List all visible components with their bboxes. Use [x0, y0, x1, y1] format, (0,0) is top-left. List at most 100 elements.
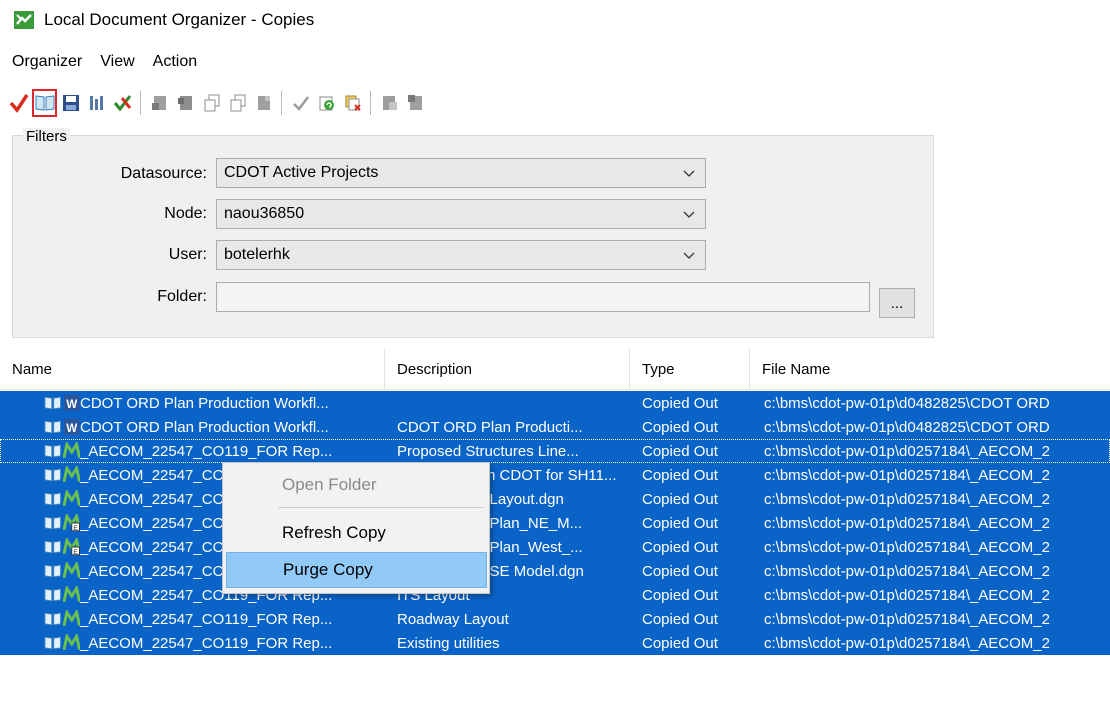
row-name: _AECOM_22547_CO119_FOR Rep... [80, 634, 333, 652]
checkmark-icon [9, 94, 28, 113]
window-title: Local Document Organizer - Copies [44, 10, 315, 29]
datasource-select[interactable]: CDOT Active Projects [216, 158, 706, 188]
filters-group: Filters Datasource: CDOT Active Projects… [12, 128, 934, 338]
row-file-name: c:\bms\cdot-pw-01p\d0257184\_AECOM_2 [764, 562, 1050, 580]
row-file-name: c:\bms\cdot-pw-01p\d0257184\_AECOM_2 [764, 634, 1050, 652]
cancel-icon [113, 95, 131, 112]
row-icons [44, 607, 80, 631]
folder-input[interactable] [216, 282, 870, 312]
book-icon [44, 540, 62, 554]
microstation-dgn-icon [62, 442, 80, 459]
purge-button[interactable] [340, 89, 365, 117]
menu-view[interactable]: View [100, 53, 134, 71]
book-icon [44, 468, 62, 482]
columns-button[interactable] [84, 89, 109, 117]
table-row[interactable]: _AECOM_22547_CO119_FOR Rep... Roadway La… [0, 607, 1110, 631]
cancel-button[interactable] [110, 89, 135, 117]
row-icons [44, 439, 80, 463]
datasource-label: Datasource: [120, 165, 207, 182]
node-select[interactable]: naou36850 [216, 199, 706, 229]
row-icons: W [44, 391, 80, 415]
table-row[interactable]: _AECOM_22547_CO119_FOR Rep... ITS Layout… [0, 583, 1110, 607]
check-button[interactable] [288, 89, 313, 117]
column-header-type[interactable]: Type [630, 348, 750, 390]
book-icon [44, 492, 62, 506]
open-book-icon [35, 95, 54, 111]
table-row[interactable]: W CDOT ORD Plan Production Workfl... Cop… [0, 391, 1110, 415]
menu-action[interactable]: Action [153, 53, 197, 71]
table-row[interactable]: _AECOM_22547_CO119_FOR Rep... 22547HYDR_… [0, 487, 1110, 511]
context-menu-open-folder[interactable]: Open Folder [226, 467, 487, 503]
chevron-down-icon [683, 170, 695, 177]
refresh-button[interactable] [314, 89, 339, 117]
row-type: Copied Out [642, 418, 718, 436]
table-row[interactable]: _AECOM_22547_CO119_FOR Rep... 22547HYDR_… [0, 559, 1110, 583]
svg-text:W: W [66, 422, 77, 435]
column-header-name[interactable]: Name [0, 348, 385, 390]
row-file-name: c:\bms\cdot-pw-01p\d0257184\_AECOM_2 [764, 466, 1050, 484]
row-type: Copied Out [642, 514, 718, 532]
word-doc-icon: W [63, 395, 80, 411]
doc-copy-icon [230, 94, 245, 112]
import-button[interactable] [403, 89, 428, 117]
menu-organizer[interactable]: Organizer [12, 53, 82, 71]
row-type: Copied Out [642, 586, 718, 604]
doc-icon [177, 96, 192, 110]
microstation-dgn-reference-icon: E [62, 514, 80, 532]
folder-label: Folder: [157, 288, 207, 305]
user-label: User: [168, 246, 207, 263]
book-icon [44, 588, 62, 602]
table-row[interactable]: _AECOM_22547_CO119_FOR Rep... Existing u… [0, 631, 1110, 655]
context-menu-purge-copy[interactable]: Purge Copy [226, 552, 487, 588]
browse-folder-button[interactable]: ... [879, 288, 915, 318]
row-type: Copied Out [642, 634, 718, 652]
doc-icon [151, 96, 166, 110]
chevron-down-icon [683, 252, 695, 259]
document-button-2[interactable] [173, 89, 198, 117]
row-file-name: c:\bms\cdot-pw-01p\d0257184\_AECOM_2 [764, 514, 1050, 532]
export-icon [382, 96, 397, 110]
microstation-dgn-icon [62, 466, 80, 483]
row-name: CDOT ORD Plan Production Workfl... [80, 418, 329, 436]
checkmark-button[interactable] [6, 89, 31, 117]
table-row[interactable]: E _AECOM_22547_CO119_FOR Rep... 22547HYD… [0, 511, 1110, 535]
row-type: Copied Out [642, 466, 718, 484]
table-row[interactable]: _AECOM_22547_CO119_FOR Rep... Model file… [0, 463, 1110, 487]
row-file-name: c:\bms\cdot-pw-01p\d0482825\CDOT ORD [764, 418, 1050, 436]
row-file-name: c:\bms\cdot-pw-01p\d0257184\_AECOM_2 [764, 538, 1050, 556]
save-button[interactable] [58, 89, 83, 117]
toolbar-separator [370, 91, 371, 115]
datasource-value: CDOT Active Projects [224, 164, 379, 181]
export-button[interactable] [377, 89, 402, 117]
row-description: Roadway Layout [397, 610, 509, 628]
toolbar-separator [140, 91, 141, 115]
row-type: Copied Out [642, 490, 718, 508]
app-icon [14, 11, 34, 29]
table-row[interactable]: E _AECOM_22547_CO119_FOR Rep... 22547HYD… [0, 535, 1110, 559]
book-icon [44, 396, 62, 410]
column-header-file-name[interactable]: File Name [750, 348, 1110, 390]
table-row[interactable]: W CDOT ORD Plan Production Workfl... CDO… [0, 415, 1110, 439]
title-bar: Local Document Organizer - Copies [0, 0, 1110, 40]
context-menu-refresh-copy[interactable]: Refresh Copy [226, 515, 487, 551]
node-label: Node: [164, 205, 207, 222]
row-name: _AECOM_22547_CO119_FOR Rep... [80, 442, 333, 460]
toolbar [0, 86, 429, 120]
document-copy-button-1[interactable] [199, 89, 224, 117]
column-header-description[interactable]: Description [385, 348, 630, 390]
document-button-3[interactable] [251, 89, 276, 117]
user-select[interactable]: botelerhk [216, 240, 706, 270]
row-file-name: c:\bms\cdot-pw-01p\d0482825\CDOT ORD [764, 394, 1050, 412]
microstation-dgn-icon [62, 634, 80, 651]
open-documents-button[interactable] [32, 89, 57, 117]
document-button-1[interactable] [147, 89, 172, 117]
columns-icon [89, 96, 103, 110]
microstation-dgn-icon [62, 586, 80, 603]
document-copy-button-2[interactable] [225, 89, 250, 117]
row-description: CDOT ORD Plan Producti... [397, 418, 583, 436]
row-icons: E [44, 511, 80, 535]
row-name: _AECOM_22547_CO119_FOR Rep... [80, 610, 333, 628]
table-row[interactable]: _AECOM_22547_CO119_FOR Rep... Proposed S… [0, 439, 1110, 463]
node-value: naou36850 [224, 205, 305, 222]
row-icons [44, 631, 80, 655]
